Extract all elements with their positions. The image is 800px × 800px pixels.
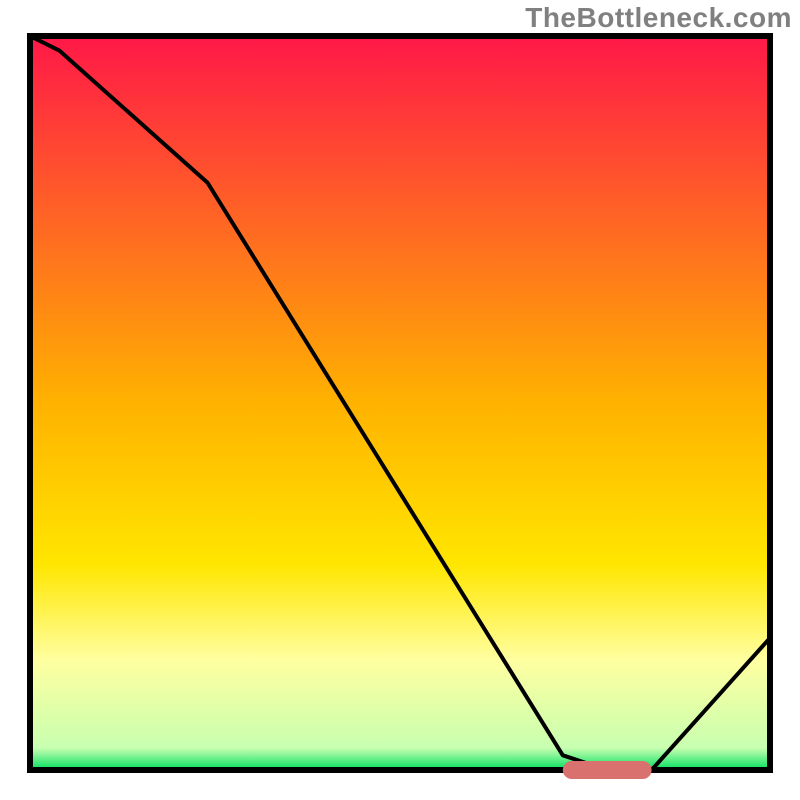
optimal-marker xyxy=(563,761,652,779)
bottleneck-chart xyxy=(0,0,800,800)
plot-background xyxy=(30,36,770,770)
chart-container: TheBottleneck.com xyxy=(0,0,800,800)
watermark-label: TheBottleneck.com xyxy=(525,2,792,34)
